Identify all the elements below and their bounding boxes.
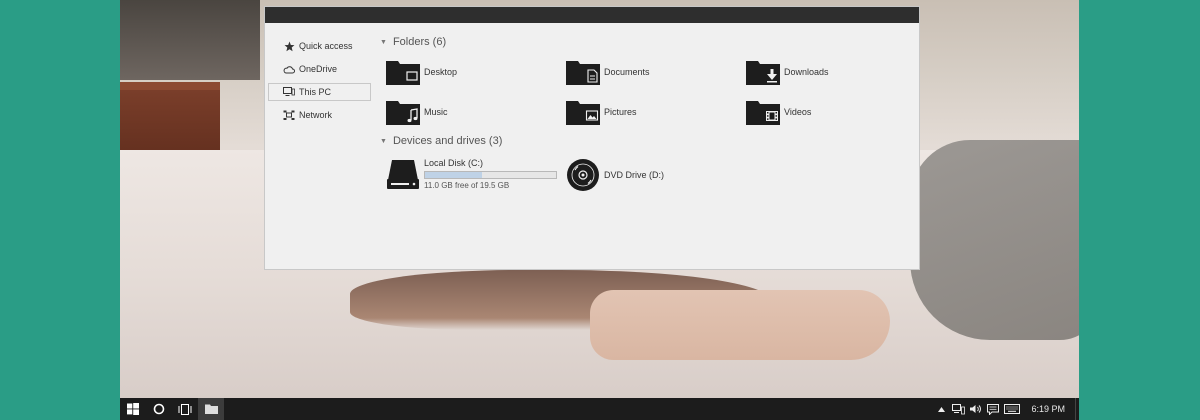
- content-pane: ▼ Folders (6) Desktop Documents Download…: [377, 23, 919, 269]
- folder-label: Downloads: [784, 67, 829, 77]
- window-titlebar[interactable]: [265, 7, 919, 23]
- folder-label: Documents: [604, 67, 650, 77]
- network-status-icon: [952, 403, 966, 414]
- desktop-folder-icon: [386, 61, 420, 85]
- drives-header-label: Devices and drives (3): [392, 135, 503, 147]
- star-icon: [283, 40, 295, 52]
- folder-desktop[interactable]: Desktop: [386, 59, 457, 85]
- file-explorer-window[interactable]: Quick access OneDrive This PC Network ▼ …: [264, 6, 920, 270]
- cloud-icon: [283, 63, 295, 75]
- network-tray-button[interactable]: [950, 398, 967, 420]
- collapse-arrow-icon: ▼: [380, 38, 387, 46]
- windows-start-icon: [127, 403, 139, 415]
- sidebar-item-quick-access[interactable]: Quick access: [268, 37, 371, 55]
- drive-usage-fill: [425, 172, 483, 178]
- drive-label: DVD Drive (D:): [604, 170, 664, 180]
- keyboard-icon: [1004, 404, 1021, 414]
- folder-label: Videos: [784, 107, 812, 117]
- drive-usage-bar: [424, 171, 557, 179]
- folder-music[interactable]: Music: [386, 99, 448, 125]
- drive-info: Local Disk (C:) 11.0 GB free of 19.5 GB: [424, 158, 557, 190]
- music-folder-icon: [386, 101, 420, 125]
- sidebar-item-this-pc[interactable]: This PC: [268, 83, 371, 101]
- folder-documents[interactable]: Documents: [566, 59, 650, 85]
- navigation-pane: Quick access OneDrive This PC Network: [265, 23, 377, 269]
- system-tray: 6:19 PM: [933, 398, 1079, 420]
- show-desktop-button[interactable]: [1075, 398, 1079, 420]
- sidebar-item-label: OneDrive: [299, 64, 338, 74]
- taskbar: 6:19 PM: [120, 398, 1079, 420]
- show-hidden-icons-button[interactable]: [933, 398, 950, 420]
- sidebar-item-label: Quick access: [299, 41, 353, 51]
- folder-label: Pictures: [604, 107, 637, 117]
- drive-local-disk-c[interactable]: Local Disk (C:) 11.0 GB free of 19.5 GB: [386, 158, 557, 190]
- sidebar-item-network[interactable]: Network: [268, 106, 371, 124]
- computer-icon: [283, 86, 295, 98]
- dvd-drive-icon: [567, 159, 599, 191]
- videos-folder-icon: [746, 101, 780, 125]
- hard-drive-icon: [387, 160, 419, 189]
- chevron-up-icon: [938, 406, 946, 412]
- action-center-button[interactable]: [984, 398, 1001, 420]
- downloads-folder-icon: [746, 61, 780, 85]
- folder-downloads[interactable]: Downloads: [746, 59, 829, 85]
- volume-icon: [969, 405, 981, 413]
- volume-tray-button[interactable]: [967, 398, 984, 420]
- cortana-icon: [153, 403, 165, 415]
- folders-section-header[interactable]: ▼ Folders (6): [380, 36, 446, 48]
- folder-videos[interactable]: Videos: [746, 99, 811, 125]
- drive-dvd-d[interactable]: DVD Drive (D:): [566, 158, 664, 192]
- wallpaper-arm: [590, 290, 890, 360]
- file-explorer-taskbar-button[interactable]: [198, 398, 224, 420]
- wallpaper-pillow: [910, 140, 1079, 340]
- folder-label: Desktop: [424, 67, 458, 77]
- touch-keyboard-button[interactable]: [1001, 398, 1023, 420]
- folder-pictures[interactable]: Pictures: [566, 99, 637, 125]
- file-explorer-icon: [204, 404, 218, 414]
- task-view-button[interactable]: [172, 398, 198, 420]
- documents-folder-icon: [566, 61, 600, 85]
- taskbar-clock[interactable]: 6:19 PM: [1023, 404, 1075, 414]
- wallpaper-wall: [120, 0, 260, 80]
- sidebar-item-label: Network: [299, 110, 333, 120]
- network-icon: [283, 109, 295, 121]
- cortana-button[interactable]: [146, 398, 172, 420]
- collapse-arrow-icon: ▼: [380, 137, 387, 145]
- drives-section-header[interactable]: ▼ Devices and drives (3): [380, 135, 502, 147]
- task-view-icon: [178, 403, 192, 415]
- drive-free-space: 11.0 GB free of 19.5 GB: [424, 181, 510, 190]
- notifications-icon: [986, 403, 999, 415]
- sidebar-item-onedrive[interactable]: OneDrive: [268, 60, 371, 78]
- folder-label: Music: [424, 107, 448, 117]
- folders-header-label: Folders (6): [392, 36, 447, 48]
- start-button[interactable]: [120, 398, 146, 420]
- drive-label: Local Disk (C:): [424, 158, 484, 168]
- pictures-folder-icon: [566, 101, 600, 125]
- sidebar-item-label: This PC: [299, 87, 332, 97]
